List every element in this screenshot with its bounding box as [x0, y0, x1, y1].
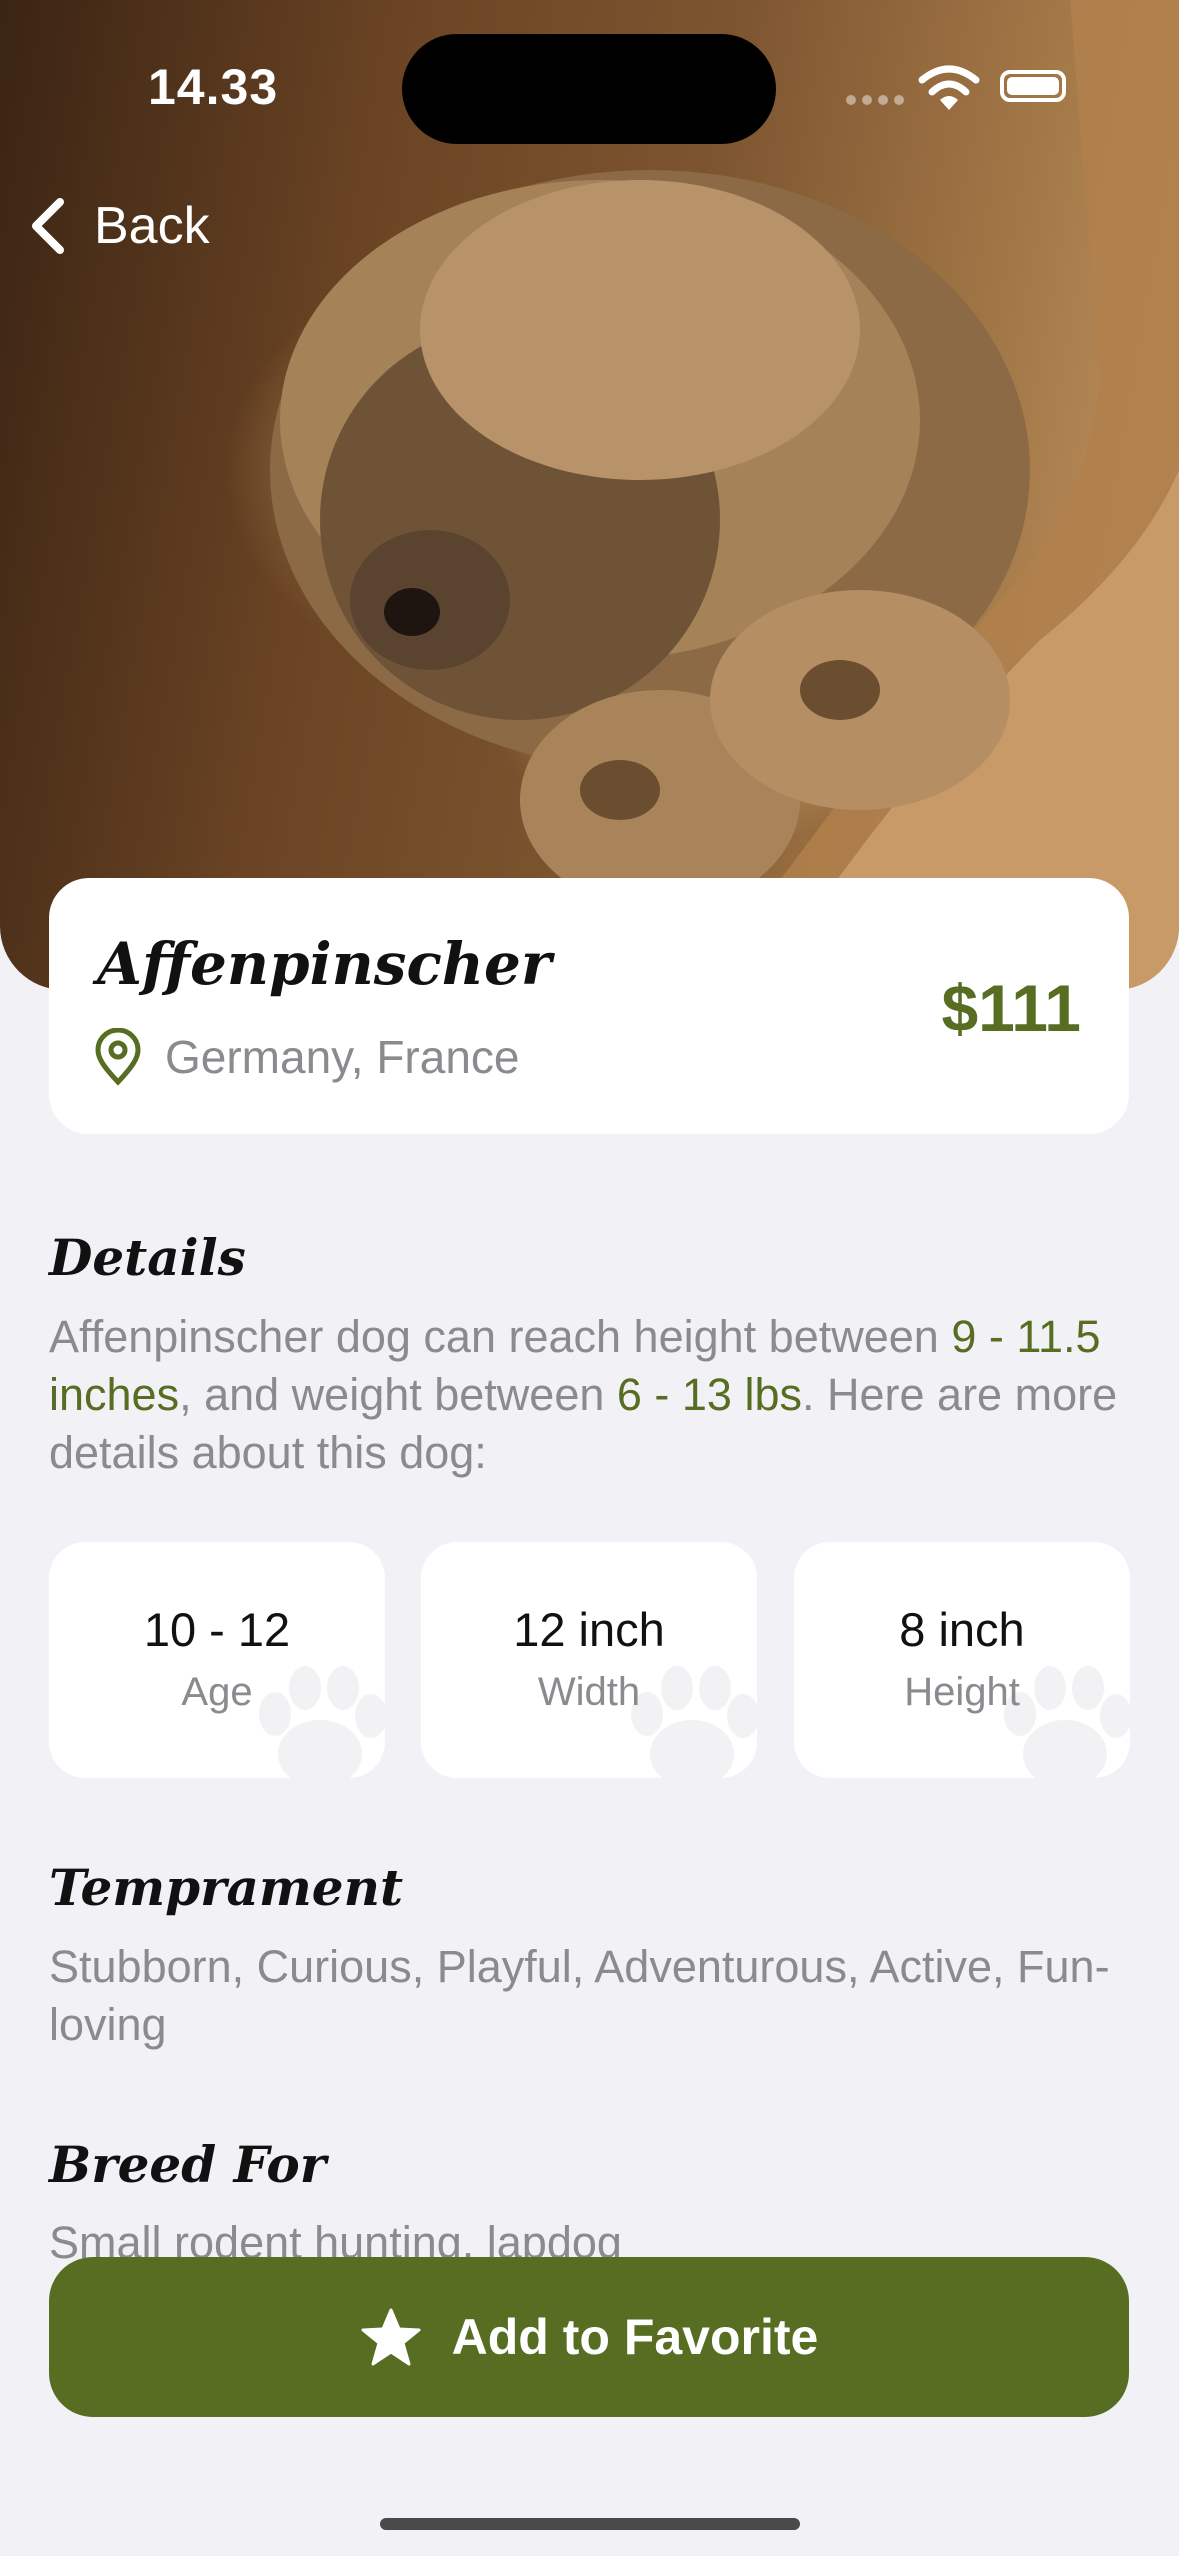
- details-heading: Details: [49, 1228, 246, 1287]
- chevron-left-icon: [32, 198, 64, 254]
- favorite-label: Add to Favorite: [451, 2309, 819, 2365]
- details-text-2: , and weight between: [179, 1369, 617, 1420]
- status-time: 14.33: [148, 59, 279, 115]
- breed-for-heading: Breed For: [49, 2135, 327, 2194]
- details-text: Affenpinscher dog can reach height betwe…: [49, 1308, 1139, 1482]
- breed-name: Affenpinscher: [97, 930, 552, 998]
- battery-icon: [1000, 70, 1066, 102]
- breed-price: $111: [941, 971, 1081, 1045]
- back-label: Back: [94, 197, 210, 255]
- dog-illustration: [270, 0, 1179, 990]
- stat-label: Height: [904, 1670, 1020, 1714]
- dynamic-island: [402, 34, 776, 144]
- stat-card-height: 8 inch Height: [794, 1542, 1130, 1778]
- stat-value: 8 inch: [899, 1603, 1025, 1656]
- breed-summary-card: Affenpinscher Germany, France $111: [49, 878, 1129, 1134]
- stat-value: 12 inch: [513, 1603, 665, 1656]
- breed-origin: Germany, France: [93, 1028, 519, 1086]
- add-to-favorite-button[interactable]: Add to Favorite: [49, 2257, 1129, 2417]
- details-text-1: Affenpinscher dog can reach height betwe…: [49, 1311, 952, 1362]
- stat-label: Age: [181, 1670, 253, 1714]
- stat-label: Width: [537, 1670, 641, 1714]
- dog-photo: [0, 0, 1179, 990]
- temperament-text: Stubborn, Curious, Playful, Adventurous,…: [49, 1941, 1110, 2050]
- stat-card-age: 10 - 12 Age: [49, 1542, 385, 1778]
- stat-card-width: 12 inch Width: [421, 1542, 757, 1778]
- origin-text: Germany, France: [165, 1031, 520, 1083]
- temperament-heading: Temprament: [49, 1858, 404, 1917]
- star-icon: [361, 2308, 421, 2366]
- home-indicator[interactable]: [380, 2518, 800, 2530]
- back-button[interactable]: Back: [26, 196, 210, 256]
- weight-range: 6 - 13 lbs: [616, 1369, 802, 1420]
- wifi-icon: [918, 65, 980, 110]
- cellular-signal-icon: [846, 92, 910, 110]
- location-pin-icon: [95, 1028, 141, 1086]
- stat-value: 10 - 12: [143, 1603, 291, 1656]
